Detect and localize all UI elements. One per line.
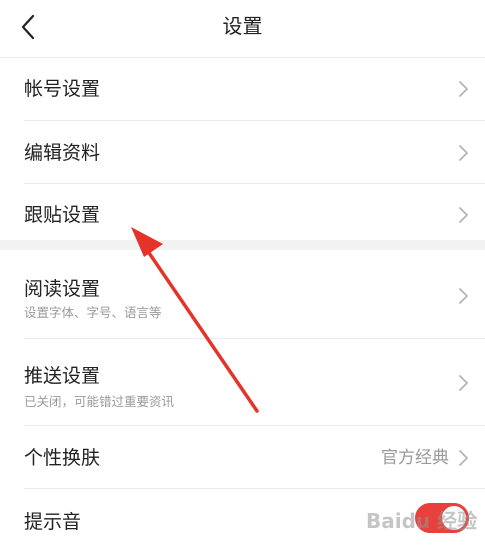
settings-item-label: 阅读设置 (24, 278, 101, 300)
settings-item-label: 编辑资料 (24, 142, 101, 164)
settings-item-edit-profile[interactable]: 编辑资料 (0, 121, 485, 183)
top-bar: 设置 (0, 0, 485, 56)
settings-item-label: 推送设置 (24, 365, 101, 387)
chevron-right-icon (459, 81, 468, 97)
watermark-logo: Baidu 经验 (366, 509, 478, 533)
settings-item-comment[interactable]: 跟贴设置 (0, 184, 485, 240)
page-title: 设置 (222, 14, 263, 38)
settings-item-value: 官方经典 (381, 448, 449, 468)
settings-item-account[interactable]: 帐号设置 (0, 58, 485, 120)
settings-item-label: 帐号设置 (24, 78, 101, 100)
settings-item-push[interactable]: 推送设置 已关闭，可能错过重要资讯 (0, 339, 485, 425)
settings-item-label: 跟贴设置 (24, 204, 101, 226)
chevron-right-icon (459, 375, 468, 391)
chevron-right-icon (459, 207, 468, 223)
settings-item-label: 个性换肤 (24, 447, 101, 469)
settings-item-skin[interactable]: 个性换肤 官方经典 (0, 426, 485, 488)
section-separator (0, 240, 485, 250)
chevron-right-icon (459, 450, 468, 466)
settings-item-reading[interactable]: 阅读设置 设置字体、字号、语言等 (0, 250, 485, 338)
settings-item-subtitle: 设置字体、字号、语言等 (24, 305, 162, 320)
settings-item-label: 提示音 (24, 511, 82, 533)
chevron-right-icon (459, 145, 468, 161)
settings-item-subtitle: 已关闭，可能错过重要资讯 (24, 394, 175, 409)
chevron-right-icon (459, 288, 468, 304)
